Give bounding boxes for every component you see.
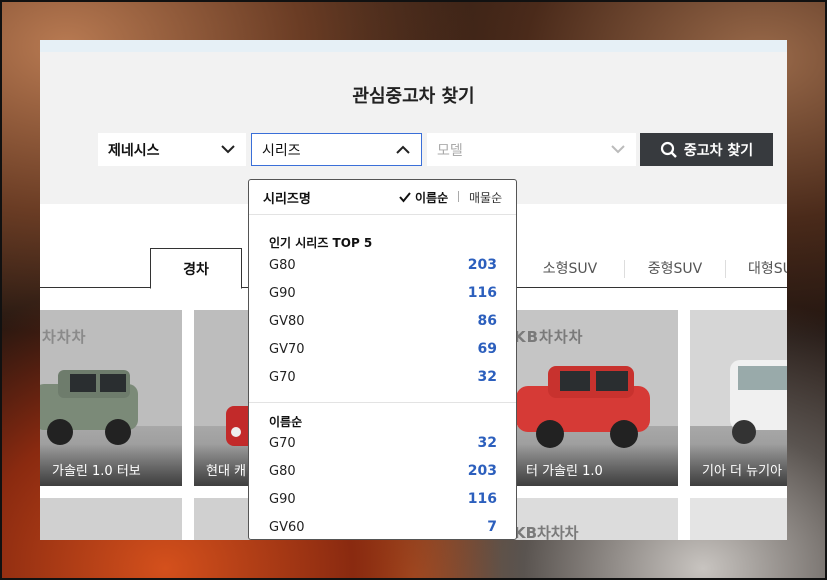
- car-image: [730, 360, 787, 444]
- series-option[interactable]: G80 203: [269, 457, 497, 485]
- series-name: G70: [269, 435, 296, 451]
- tab-compact[interactable]: 경차: [150, 248, 242, 289]
- search-icon: [660, 141, 677, 158]
- car-card[interactable]: [40, 498, 182, 540]
- tab-large-suv[interactable]: 대형SUV: [726, 248, 787, 288]
- model-select[interactable]: 모델: [427, 133, 636, 166]
- series-count: 32: [477, 369, 497, 385]
- check-icon: [399, 192, 411, 203]
- tab-mid-suv[interactable]: 중형SUV: [625, 248, 725, 288]
- find-cars-button[interactable]: 중고차 찾기: [640, 133, 773, 166]
- sort-by-name-option[interactable]: 이름순: [399, 189, 448, 206]
- tab-small-suv[interactable]: 소형SUV: [516, 248, 624, 288]
- chevron-down-icon: [221, 145, 235, 154]
- series-count: 69: [477, 341, 497, 357]
- sort-separator: [458, 191, 459, 202]
- sort-by-name-label: 이름순: [415, 191, 449, 205]
- brand-select-value: 제네시스: [108, 142, 160, 159]
- series-select[interactable]: 시리즈: [251, 133, 422, 166]
- series-option[interactable]: GV70 69: [269, 335, 497, 363]
- find-cars-label: 중고차 찾기: [683, 142, 754, 159]
- model-select-placeholder: 모델: [437, 142, 463, 159]
- byname-section-heading: 이름순: [269, 415, 303, 429]
- series-option[interactable]: G70 32: [269, 429, 497, 457]
- series-name: G90: [269, 285, 296, 301]
- series-option[interactable]: G70 32: [269, 363, 497, 391]
- chevron-down-icon: [611, 145, 625, 154]
- car-caption: 기아 더 뉴기아: [690, 444, 787, 486]
- car-card[interactable]: [194, 498, 250, 540]
- series-name: G90: [269, 491, 296, 507]
- popular-section-heading: 인기 시리즈 TOP 5: [269, 236, 373, 250]
- series-count: 203: [467, 257, 497, 273]
- car-card[interactable]: [690, 498, 787, 540]
- series-option[interactable]: GV80 86: [269, 307, 497, 335]
- divider: [249, 402, 516, 403]
- series-option[interactable]: G90 116: [269, 279, 497, 307]
- car-card[interactable]: 현대 캐: [194, 310, 250, 486]
- divider: [249, 214, 516, 215]
- car-caption: 가솔린 1.0 터보: [40, 444, 182, 486]
- series-name: GV70: [269, 341, 305, 357]
- car-caption: 터 가솔린 1.0: [514, 444, 678, 486]
- car-card[interactable]: 기아 더 뉴기아: [690, 310, 787, 486]
- car-card[interactable]: KB차차차: [514, 498, 678, 540]
- car-card[interactable]: 차차차 가솔린 1.0 터보: [40, 310, 182, 486]
- series-option[interactable]: GV60 7: [269, 513, 497, 539]
- dealer-logo: KB차차차: [514, 524, 579, 540]
- series-name: G70: [269, 369, 296, 385]
- chevron-up-icon: [396, 145, 410, 154]
- series-count: 32: [477, 435, 497, 451]
- car-image: [516, 366, 650, 448]
- brand-select[interactable]: 제네시스: [98, 133, 246, 166]
- series-count: 203: [467, 463, 497, 479]
- series-count: 116: [467, 285, 497, 301]
- page-title: 관심중고차 찾기: [352, 86, 475, 107]
- series-dropdown: 시리즈명 이름순 매물순 인기 시리즈 TOP 5 G80 203 G90 11…: [248, 179, 517, 540]
- car-image: [226, 406, 250, 446]
- series-name: GV80: [269, 313, 305, 329]
- dropdown-title: 시리즈명: [263, 192, 311, 207]
- series-select-value: 시리즈: [262, 142, 301, 159]
- top-band: [40, 40, 787, 52]
- series-name: G80: [269, 257, 296, 273]
- series-name: GV60: [269, 519, 305, 535]
- dropdown-header: 시리즈명 이름순 매물순: [249, 180, 516, 214]
- car-image: [40, 370, 138, 445]
- car-caption: 현대 캐: [194, 444, 250, 486]
- car-card[interactable]: KB차차차 터 가솔린 1.0: [514, 310, 678, 486]
- series-count: 116: [467, 491, 497, 507]
- sort-by-count-option[interactable]: 매물순: [469, 189, 502, 206]
- dealer-logo: 차차차: [42, 328, 87, 346]
- series-option[interactable]: G90 116: [269, 485, 497, 513]
- series-count: 86: [477, 313, 497, 329]
- dealer-logo: KB차차차: [514, 328, 584, 346]
- series-name: G80: [269, 463, 296, 479]
- series-count: 7: [487, 519, 497, 535]
- series-option[interactable]: G80 203: [269, 251, 497, 279]
